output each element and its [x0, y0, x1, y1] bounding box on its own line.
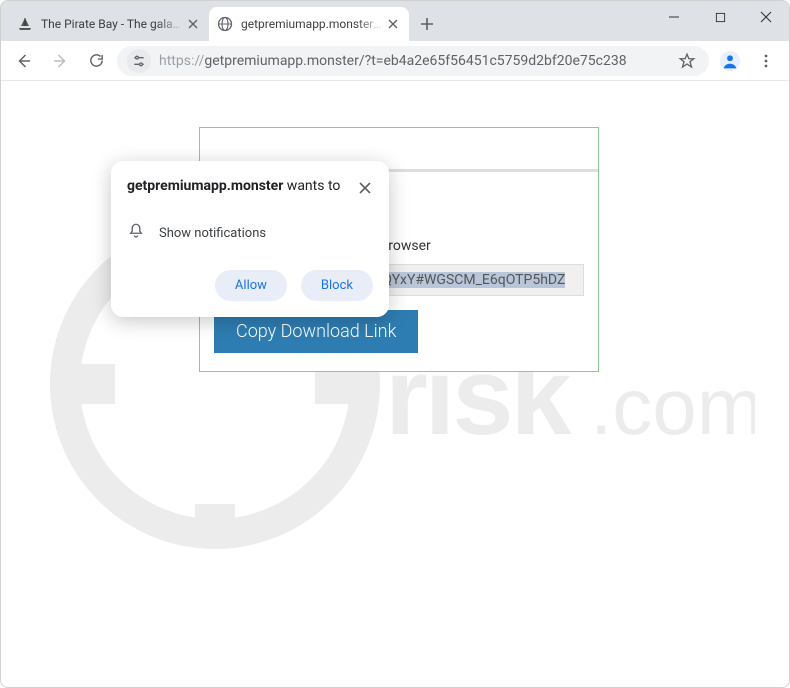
- maximize-button[interactable]: [697, 1, 743, 33]
- tab-title: The Pirate Bay - The galaxy's m: [41, 17, 185, 31]
- svg-text:.com: .com: [590, 362, 755, 451]
- kebab-menu-icon[interactable]: [751, 46, 781, 76]
- permission-item: Show notifications: [127, 222, 373, 244]
- toolbar: https://getpremiumapp.monster/?t=eb4a2e6…: [1, 41, 789, 81]
- browser-window: The Pirate Bay - The galaxy's m getpremi…: [0, 0, 790, 688]
- profile-button[interactable]: [715, 46, 745, 76]
- close-window-button[interactable]: [743, 1, 789, 33]
- tab-title: getpremiumapp.monster/?t=eb: [241, 17, 385, 31]
- bell-icon: [127, 222, 145, 244]
- allow-button[interactable]: Allow: [215, 270, 287, 301]
- reload-button[interactable]: [81, 46, 111, 76]
- favicon-globe-icon: [217, 16, 233, 32]
- tab-getpremiumapp[interactable]: getpremiumapp.monster/?t=eb: [209, 7, 409, 41]
- new-tab-button[interactable]: [413, 10, 441, 38]
- permission-item-label: Show notifications: [159, 226, 266, 241]
- forward-button[interactable]: [45, 46, 75, 76]
- url-text: https://getpremiumapp.monster/?t=eb4a2e6…: [159, 53, 667, 69]
- window-controls: [651, 1, 789, 33]
- tab-close-icon[interactable]: [385, 16, 401, 32]
- site-settings-icon[interactable]: [127, 49, 151, 73]
- block-button[interactable]: Block: [301, 270, 373, 301]
- minimize-button[interactable]: [651, 1, 697, 33]
- bookmark-star-icon[interactable]: [675, 52, 699, 70]
- tab-close-icon[interactable]: [185, 16, 201, 32]
- address-bar[interactable]: https://getpremiumapp.monster/?t=eb4a2e6…: [117, 46, 709, 76]
- tab-piratebay[interactable]: The Pirate Bay - The galaxy's m: [9, 7, 209, 41]
- permission-title: getpremiumapp.monster wants to: [127, 177, 340, 195]
- back-button[interactable]: [9, 46, 39, 76]
- favicon-ship-icon: [17, 16, 33, 32]
- tab-strip: The Pirate Bay - The galaxy's m getpremi…: [1, 1, 789, 41]
- notification-permission-popup: getpremiumapp.monster wants to Show noti…: [111, 161, 389, 317]
- permission-actions: Allow Block: [127, 270, 373, 301]
- page-content: risk .com 2025 Copy and paste the URL in…: [1, 81, 789, 687]
- close-icon[interactable]: [357, 177, 373, 200]
